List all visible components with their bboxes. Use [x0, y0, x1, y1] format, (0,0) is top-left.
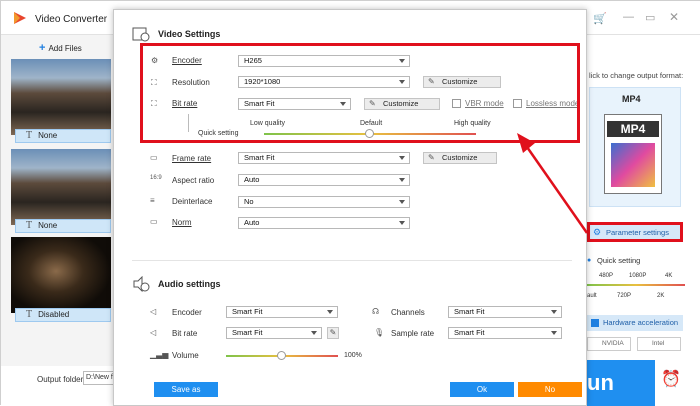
parameter-settings-button[interactable]: ⚙ Parameter settings — [587, 222, 683, 242]
audio-settings-title: Audio settings — [158, 279, 221, 289]
volume-slider-handle[interactable] — [277, 351, 286, 360]
norm-label: Norm — [172, 218, 192, 227]
alarm-clock-icon[interactable]: ⏰ — [661, 369, 681, 389]
video-settings-icon — [132, 27, 150, 42]
channels-icon: ☊ — [372, 307, 380, 316]
subtitle-select[interactable]: T None — [15, 219, 111, 233]
framerate-customize-button[interactable]: ✎ Customize — [423, 152, 497, 164]
channels-select[interactable]: Smart Fit — [448, 306, 562, 318]
volume-label: Volume — [172, 351, 199, 360]
subtitle-select[interactable]: T None — [15, 129, 111, 143]
nvidia-option[interactable]: NVIDIA — [587, 337, 631, 351]
output-format-hint: lick to change output format: — [589, 71, 684, 80]
app-logo-icon — [14, 12, 26, 24]
video-thumbnail[interactable] — [11, 59, 111, 135]
ok-button[interactable]: Ok — [450, 382, 514, 397]
run-button[interactable]: un — [585, 360, 655, 406]
hardware-acceleration-toggle[interactable]: Hardware acceleration — [587, 315, 683, 331]
deinterlace-select[interactable]: No — [238, 196, 410, 208]
app-title: Video Converter — [35, 14, 108, 25]
close-icon[interactable]: ✕ — [669, 10, 679, 24]
norm-icon: ▭ — [150, 217, 158, 226]
sample-rate-select[interactable]: Smart Fit — [448, 327, 562, 339]
audio-settings-icon — [133, 276, 150, 292]
restore-icon[interactable]: ▭ — [645, 11, 655, 24]
audio-bitrate-label: Bit rate — [172, 329, 198, 338]
aspect-ratio-label: Aspect ratio — [172, 176, 215, 185]
annotation-arrow-icon — [517, 133, 589, 234]
audio-encoder-icon: ◁ — [150, 307, 157, 316]
output-format-card[interactable]: MP4 MP4 — [589, 87, 681, 207]
output-format-name: MP4 — [622, 94, 641, 104]
settings-sliders-icon: ⚙ — [593, 227, 602, 237]
annotation-highlight-box — [140, 43, 580, 143]
audio-bitrate-select[interactable]: Smart Fit — [226, 327, 322, 339]
audio-encoder-select[interactable]: Smart Fit — [226, 306, 338, 318]
framerate-label: Frame rate — [172, 154, 212, 163]
add-files-button[interactable]: + Add Files — [39, 42, 82, 54]
video-settings-title: Video Settings — [158, 29, 221, 39]
save-as-button[interactable]: Save as — [154, 382, 218, 397]
framerate-select[interactable]: Smart Fit — [238, 152, 410, 164]
microphone-icon: 🎙 — [374, 328, 385, 337]
minimize-icon[interactable]: — — [623, 11, 634, 23]
video-thumbnail[interactable] — [11, 149, 111, 225]
quick-setting-slider[interactable] — [587, 284, 685, 286]
output-format-panel: lick to change output format: MP4 MP4 ⚙ … — [585, 35, 700, 406]
section-divider — [132, 260, 572, 261]
sample-rate-label: Sample rate — [391, 329, 435, 338]
aspect-ratio-select[interactable]: Auto — [238, 174, 410, 186]
cart-icon[interactable]: 🛒 — [593, 12, 607, 25]
intel-option[interactable]: Intel — [637, 337, 681, 351]
aspect-ratio-icon: 16:9 — [150, 175, 162, 181]
mp4-file-icon: MP4 — [604, 114, 662, 194]
quick-setting-label: Quick setting — [597, 256, 641, 265]
channels-label: Channels — [391, 308, 425, 317]
pencil-icon: ✎ — [428, 153, 435, 162]
deinterlace-icon: ≡ — [150, 196, 155, 205]
volume-value: 100% — [344, 352, 362, 359]
no-button[interactable]: No — [518, 382, 582, 397]
quick-setting-icon: ● — [587, 257, 592, 264]
output-folder-label: Output folder: — [37, 375, 86, 384]
volume-icon: ▁▃▅ — [150, 350, 169, 359]
audio-bitrate-edit-button[interactable]: ✎ — [327, 327, 339, 339]
audio-encoder-label: Encoder — [172, 308, 202, 317]
norm-select[interactable]: Auto — [238, 217, 410, 229]
subtitle-select[interactable]: T Disabled — [15, 308, 111, 322]
volume-slider[interactable] — [226, 351, 338, 360]
audio-bitrate-icon: ◁ — [150, 328, 157, 337]
framerate-icon: ▭ — [150, 153, 158, 162]
deinterlace-label: Deinterlace — [172, 197, 213, 206]
checkbox-icon — [591, 319, 599, 327]
video-thumbnail[interactable] — [11, 237, 111, 313]
video-converter-window: Video Converter 🛒 — ▭ ✕ + Add Files T None… — [0, 0, 700, 406]
